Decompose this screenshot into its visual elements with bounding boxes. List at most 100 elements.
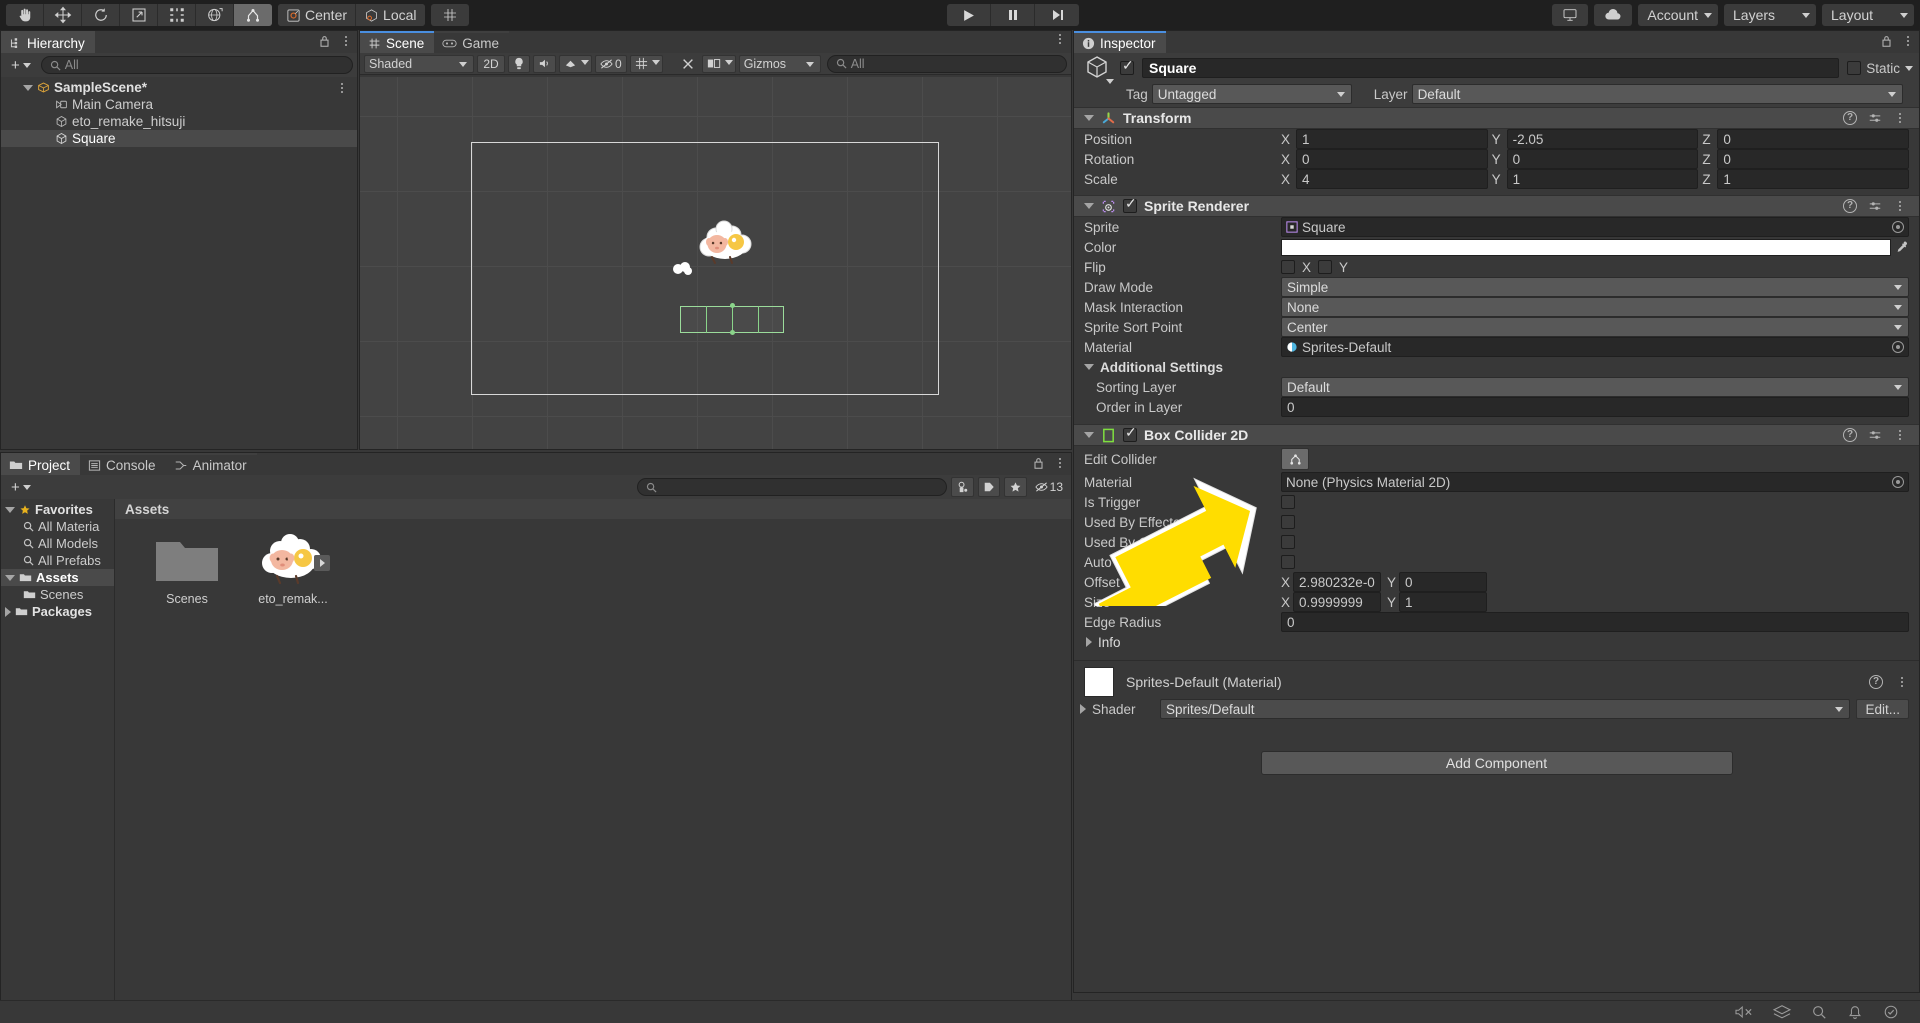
static-checkbox[interactable] xyxy=(1847,61,1861,75)
scene-viewport[interactable] xyxy=(360,77,1071,449)
check-circle-icon[interactable] xyxy=(1882,1004,1900,1020)
layer-dropdown[interactable]: Default xyxy=(1412,84,1903,104)
help-icon[interactable]: ? xyxy=(1843,428,1857,442)
edit-collider-button[interactable] xyxy=(1281,448,1309,470)
color-swatch[interactable] xyxy=(1281,239,1891,256)
transform-tool-button[interactable] xyxy=(196,4,234,26)
layout-button[interactable]: Layout xyxy=(1822,4,1914,26)
chevron-right-icon[interactable] xyxy=(1086,637,1092,647)
project-tree-scenes[interactable]: Scenes xyxy=(1,586,114,603)
lock-icon[interactable] xyxy=(1880,34,1893,48)
collab-button[interactable] xyxy=(1552,4,1588,26)
chevron-down-icon[interactable] xyxy=(5,507,15,513)
project-search-input[interactable] xyxy=(637,478,947,496)
sorting-layer-dropdown[interactable]: Default xyxy=(1281,377,1909,397)
fx-toggle-button[interactable] xyxy=(559,55,592,73)
tag-dropdown[interactable]: Untagged xyxy=(1152,84,1352,104)
chevron-down-icon[interactable] xyxy=(1084,203,1094,209)
chevron-down-icon[interactable] xyxy=(5,575,15,581)
inspector-menu-button[interactable] xyxy=(1901,36,1915,46)
pause-button[interactable] xyxy=(991,4,1035,26)
gameobject-enabled-checkbox[interactable] xyxy=(1120,61,1134,75)
static-toggle[interactable]: Static xyxy=(1847,61,1913,76)
scale-y-input[interactable]: 1 xyxy=(1507,169,1699,189)
sheep-sprite[interactable] xyxy=(692,217,758,283)
step-button[interactable] xyxy=(1035,4,1079,26)
filter-by-type-button[interactable] xyxy=(951,477,974,497)
component-header-transform[interactable]: Transform ? xyxy=(1074,107,1919,129)
offset-x-input[interactable]: 2.980232e-0 xyxy=(1293,572,1381,592)
tab-project[interactable]: Project xyxy=(1,453,80,475)
lock-icon[interactable] xyxy=(1032,456,1045,470)
chevron-down-icon[interactable] xyxy=(1905,66,1913,71)
edge-radius-input[interactable]: 0 xyxy=(1281,612,1909,632)
lighting-toggle-button[interactable] xyxy=(508,55,530,73)
component-menu-button[interactable] xyxy=(1893,113,1907,123)
toggle-2d-button[interactable]: 2D xyxy=(477,55,505,73)
mask-interaction-dropdown[interactable]: None xyxy=(1281,297,1909,317)
help-icon[interactable]: ? xyxy=(1869,675,1883,689)
add-component-button[interactable]: Add Component xyxy=(1261,751,1733,775)
flip-x-checkbox[interactable] xyxy=(1281,260,1295,274)
layers-stack-icon[interactable] xyxy=(1772,1004,1792,1020)
notification-bell-icon[interactable] xyxy=(1846,1004,1864,1020)
object-picker-icon[interactable] xyxy=(1892,341,1904,353)
tab-game[interactable]: Game xyxy=(434,31,509,53)
tab-animator[interactable]: Animator xyxy=(166,453,257,475)
tab-console[interactable]: Console xyxy=(80,453,166,475)
help-icon[interactable]: ? xyxy=(1843,199,1857,213)
scene-menu-button[interactable] xyxy=(1053,34,1067,44)
gizmo-handle[interactable] xyxy=(730,330,735,335)
used-by-composite-checkbox[interactable] xyxy=(1281,535,1295,549)
rect-tool-button[interactable] xyxy=(158,4,196,26)
hierarchy-menu-button[interactable] xyxy=(339,36,353,46)
scale-z-input[interactable]: 1 xyxy=(1717,169,1909,189)
tab-inspector[interactable]: Inspector xyxy=(1074,31,1166,53)
scale-tool-button[interactable] xyxy=(120,4,158,26)
search-status-icon[interactable] xyxy=(1810,1004,1828,1020)
project-tree-all-prefabs[interactable]: All Prefabs xyxy=(1,552,114,569)
audio-toggle-button[interactable] xyxy=(533,55,556,73)
component-menu-button[interactable] xyxy=(1893,201,1907,211)
order-in-layer-input[interactable]: 0 xyxy=(1281,397,1909,417)
preset-icon[interactable] xyxy=(1868,200,1882,213)
rotation-y-input[interactable]: 0 xyxy=(1507,149,1699,169)
object-picker-icon[interactable] xyxy=(1892,221,1904,233)
scene-camera-button[interactable] xyxy=(702,55,736,73)
is-trigger-checkbox[interactable] xyxy=(1281,495,1295,509)
project-menu-button[interactable] xyxy=(1053,458,1067,468)
custom-editor-tool-button[interactable] xyxy=(234,4,272,26)
size-y-input[interactable]: 1 xyxy=(1399,592,1487,612)
preset-icon[interactable] xyxy=(1868,429,1882,442)
hierarchy-search-input[interactable]: All xyxy=(41,56,353,74)
section-info[interactable]: Info xyxy=(1074,632,1919,652)
hierarchy-item-square[interactable]: Square xyxy=(1,130,357,147)
rotation-x-input[interactable]: 0 xyxy=(1296,149,1488,169)
collider-material-object-field[interactable]: None (Physics Material 2D) xyxy=(1281,472,1909,492)
flip-y-checkbox[interactable] xyxy=(1318,260,1332,274)
pivot-mode-button[interactable]: Center xyxy=(278,4,356,26)
material-menu-button[interactable] xyxy=(1895,677,1909,687)
sprite-renderer-enabled-checkbox[interactable] xyxy=(1123,199,1137,213)
gizmos-dropdown[interactable]: Gizmos xyxy=(739,55,821,73)
scale-x-input[interactable]: 4 xyxy=(1296,169,1488,189)
handle-space-button[interactable]: Local xyxy=(356,4,424,26)
gameobject-name-input[interactable]: Square xyxy=(1142,58,1839,78)
component-menu-button[interactable] xyxy=(1893,430,1907,440)
chevron-down-icon[interactable] xyxy=(1084,115,1094,121)
hand-tool-button[interactable] xyxy=(6,4,44,26)
chevron-down-icon[interactable] xyxy=(23,85,33,91)
project-tree-all-models[interactable]: All Models xyxy=(1,535,114,552)
filter-by-label-button[interactable] xyxy=(978,477,1000,497)
hierarchy-item-eto-remake-hitsuji[interactable]: eto_remake_hitsuji xyxy=(1,113,357,130)
hierarchy-add-button[interactable]: + xyxy=(5,57,37,74)
eyedropper-icon[interactable] xyxy=(1895,240,1909,254)
chevron-right-icon[interactable] xyxy=(5,607,11,617)
edit-shader-button[interactable]: Edit... xyxy=(1856,699,1909,719)
chevron-right-icon[interactable] xyxy=(1080,704,1086,714)
scene-search-input[interactable]: All xyxy=(827,55,1067,73)
object-picker-icon[interactable] xyxy=(1892,476,1904,488)
preset-icon[interactable] xyxy=(1868,112,1882,125)
sprite-sort-point-dropdown[interactable]: Center xyxy=(1281,317,1909,337)
sr-material-object-field[interactable]: Sprites-Default xyxy=(1281,337,1909,357)
